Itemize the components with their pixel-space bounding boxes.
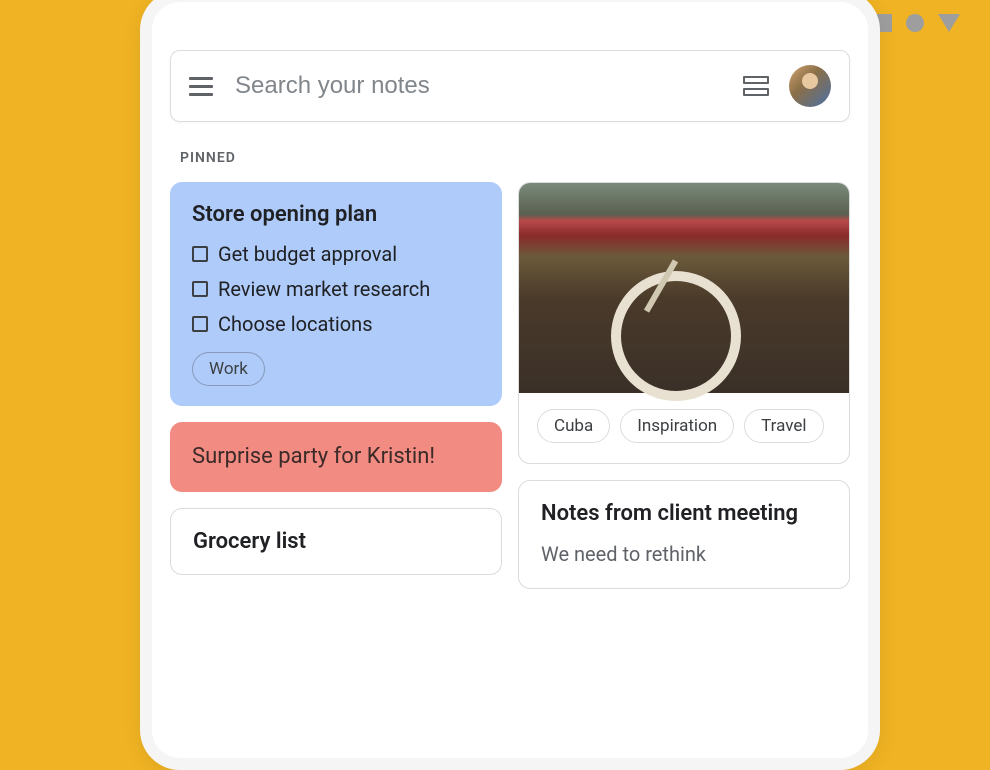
status-triangle-icon	[938, 14, 960, 32]
tag-work[interactable]: Work	[192, 352, 265, 386]
tags-container: Cuba Inspiration Travel	[519, 393, 849, 463]
tag-travel[interactable]: Travel	[744, 409, 823, 443]
notes-column-left: Store opening plan Get budget approval R…	[170, 182, 502, 589]
menu-icon[interactable]	[189, 77, 213, 96]
tag-inspiration[interactable]: Inspiration	[620, 409, 734, 443]
list-view-icon[interactable]	[743, 76, 769, 96]
checklist-item-label: Get budget approval	[218, 241, 397, 268]
checkbox-icon[interactable]	[192, 316, 208, 332]
tag-cuba[interactable]: Cuba	[537, 409, 610, 443]
checkbox-icon[interactable]	[192, 281, 208, 297]
section-label-pinned: PINNED	[180, 150, 850, 166]
checklist: Get budget approval Review market resear…	[192, 241, 480, 338]
note-text: Surprise party for Kristin!	[192, 442, 480, 472]
note-grocery-list[interactable]: Grocery list	[170, 508, 502, 575]
checklist-item-label: Choose locations	[218, 311, 373, 338]
note-cuba-image[interactable]: Cuba Inspiration Travel	[518, 182, 850, 464]
status-circle-icon	[906, 14, 924, 32]
checklist-item-label: Review market research	[218, 276, 430, 303]
note-title: Store opening plan	[192, 202, 480, 227]
note-surprise-party[interactable]: Surprise party for Kristin!	[170, 422, 502, 492]
note-title: Notes from client meeting	[541, 501, 827, 526]
tags-container: Work	[192, 352, 480, 386]
note-title: Grocery list	[193, 529, 479, 554]
search-bar	[170, 50, 850, 122]
notes-grid: Store opening plan Get budget approval R…	[170, 182, 850, 589]
device-frame: PINNED Store opening plan Get budget app…	[140, 0, 880, 770]
checklist-item[interactable]: Review market research	[192, 276, 480, 303]
note-client-meeting[interactable]: Notes from client meeting We need to ret…	[518, 480, 850, 589]
note-store-plan[interactable]: Store opening plan Get budget approval R…	[170, 182, 502, 406]
checklist-item[interactable]: Choose locations	[192, 311, 480, 338]
avatar[interactable]	[789, 65, 831, 107]
checklist-item[interactable]: Get budget approval	[192, 241, 480, 268]
note-image-car	[519, 183, 849, 393]
status-bar-icons	[874, 14, 960, 32]
note-body: We need to rethink	[541, 540, 827, 568]
search-input[interactable]	[235, 72, 743, 100]
checkbox-icon[interactable]	[192, 246, 208, 262]
notes-column-right: Cuba Inspiration Travel Notes from clien…	[518, 182, 850, 589]
